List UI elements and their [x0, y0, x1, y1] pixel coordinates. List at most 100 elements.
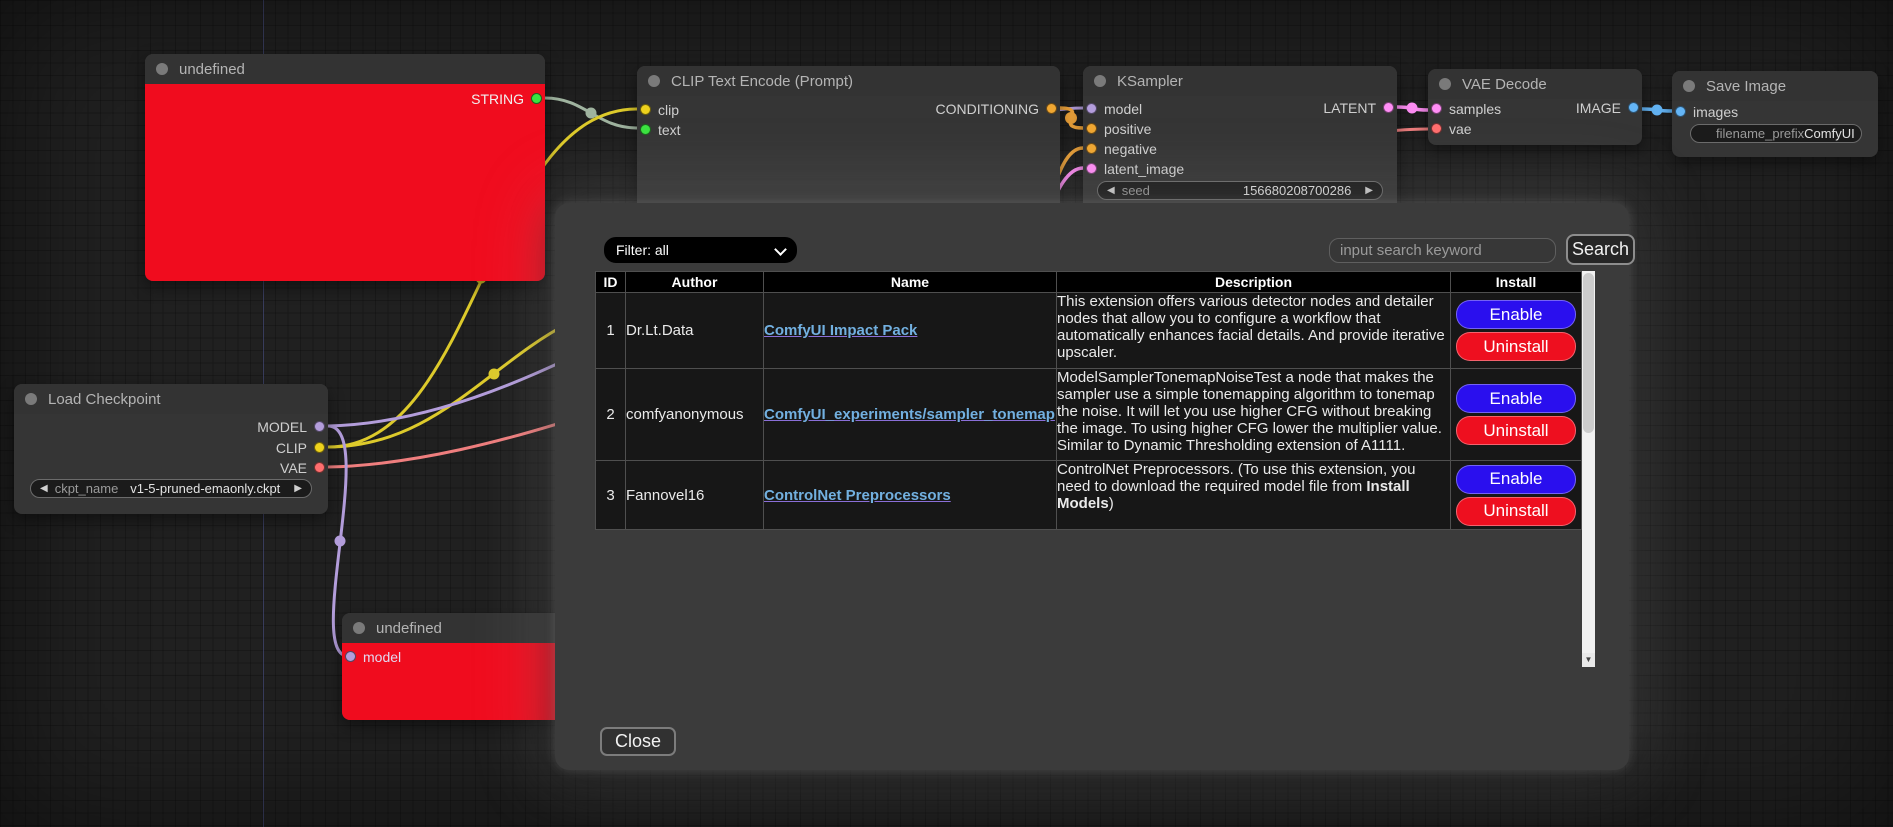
node-undefined-top[interactable]: undefined STRING: [145, 54, 545, 281]
widget-value: 156680208700286: [1243, 183, 1351, 198]
table-scrollbar[interactable]: ▼: [1582, 271, 1595, 667]
input-slot-model[interactable]: model: [1086, 102, 1142, 115]
input-slot-vae[interactable]: vae: [1431, 122, 1472, 135]
cell-name: ComfyUI_experiments/sampler_tonemap: [764, 369, 1057, 461]
slot-dot-image[interactable]: [1628, 102, 1639, 113]
node-load-checkpoint[interactable]: Load Checkpoint MODEL CLIP VAE ◀ ckpt_na…: [14, 384, 328, 514]
slot-dot-positive[interactable]: [1086, 123, 1097, 134]
slot-dot-string[interactable]: [531, 93, 542, 104]
cell-install: Enable Uninstall: [1451, 293, 1582, 369]
node-title: VAE Decode: [1462, 76, 1547, 93]
widget-name: ckpt_name: [55, 481, 119, 496]
collapse-dot-icon[interactable]: [1094, 75, 1106, 87]
node-title: undefined: [376, 620, 442, 637]
search-button[interactable]: Search: [1566, 234, 1635, 265]
cell-name: ComfyUI Impact Pack: [764, 293, 1057, 369]
node-title-bar[interactable]: CLIP Text Encode (Prompt): [637, 66, 1060, 96]
collapse-dot-icon[interactable]: [648, 75, 660, 87]
extension-link[interactable]: ComfyUI Impact Pack: [764, 322, 917, 339]
slot-dot-images[interactable]: [1675, 106, 1686, 117]
slot-dot-conditioning[interactable]: [1046, 103, 1057, 114]
wire-dot: [335, 536, 346, 547]
collapse-dot-icon[interactable]: [353, 622, 365, 634]
table-row: 1Dr.Lt.DataComfyUI Impact PackThis exten…: [596, 293, 1582, 369]
output-slot-string[interactable]: STRING: [471, 92, 542, 105]
input-slot-positive[interactable]: positive: [1086, 122, 1151, 135]
increment-arrow-icon[interactable]: ▶: [294, 484, 302, 494]
table-row: 3Fannovel16ControlNet PreprocessorsContr…: [596, 461, 1582, 530]
output-slot-conditioning[interactable]: CONDITIONING: [936, 102, 1057, 115]
search-input[interactable]: [1329, 238, 1556, 263]
collapse-dot-icon[interactable]: [1439, 78, 1451, 90]
slot-label: LATENT: [1323, 100, 1376, 116]
extension-link[interactable]: ComfyUI_experiments/sampler_tonemap: [764, 406, 1055, 423]
slot-dot-text[interactable]: [640, 124, 651, 135]
decrement-arrow-icon[interactable]: ◀: [40, 484, 48, 494]
node-title-bar[interactable]: undefined: [145, 54, 545, 84]
collapse-dot-icon[interactable]: [1683, 80, 1695, 92]
seed-widget[interactable]: ◀ seed 156680208700286 ▶: [1097, 181, 1383, 200]
slot-dot-clip[interactable]: [640, 104, 651, 115]
decrement-arrow-icon[interactable]: ◀: [1107, 186, 1115, 196]
slot-dot-latent-image[interactable]: [1086, 163, 1097, 174]
node-title: KSampler: [1117, 73, 1183, 90]
close-button[interactable]: Close: [600, 727, 676, 756]
cell-description: This extension offers various detector n…: [1057, 293, 1451, 369]
input-slot-negative[interactable]: negative: [1086, 142, 1157, 155]
slot-dot-vae[interactable]: [1431, 123, 1442, 134]
uninstall-button[interactable]: Uninstall: [1456, 497, 1576, 526]
input-slot-images[interactable]: images: [1675, 105, 1738, 118]
slot-dot-vae[interactable]: [314, 462, 325, 473]
output-slot-latent[interactable]: LATENT: [1323, 101, 1394, 114]
enable-button[interactable]: Enable: [1456, 465, 1576, 494]
output-slot-image[interactable]: IMAGE: [1576, 101, 1639, 114]
slot-dot-negative[interactable]: [1086, 143, 1097, 154]
slot-dot-samples[interactable]: [1431, 103, 1442, 114]
input-slot-model[interactable]: model: [345, 650, 401, 663]
manager-controls: Filter: all Search: [604, 236, 1636, 267]
error-node-body: [145, 84, 545, 281]
slot-label: samples: [1449, 101, 1501, 117]
cell-id: 1: [596, 293, 626, 369]
enable-button[interactable]: Enable: [1456, 384, 1576, 413]
node-title-bar[interactable]: Load Checkpoint: [14, 384, 328, 414]
node-title-bar[interactable]: VAE Decode: [1428, 69, 1642, 99]
output-slot-model[interactable]: MODEL: [257, 420, 325, 433]
table-header-cell: ID: [596, 272, 626, 293]
node-title: Save Image: [1706, 78, 1786, 95]
input-slot-text[interactable]: text: [640, 123, 681, 136]
wire-dot: [1652, 105, 1663, 116]
input-slot-samples[interactable]: samples: [1431, 102, 1501, 115]
filter-select[interactable]: Filter: all: [604, 237, 797, 263]
slot-dot-clip[interactable]: [314, 442, 325, 453]
cell-id: 2: [596, 369, 626, 461]
uninstall-button[interactable]: Uninstall: [1456, 416, 1576, 445]
enable-button[interactable]: Enable: [1456, 300, 1576, 329]
slot-dot-latent[interactable]: [1383, 102, 1394, 113]
collapse-dot-icon[interactable]: [25, 393, 37, 405]
input-slot-clip[interactable]: clip: [640, 103, 679, 116]
slot-label: vae: [1449, 121, 1472, 137]
collapse-dot-icon[interactable]: [156, 63, 168, 75]
input-slot-latent-image[interactable]: latent_image: [1086, 162, 1184, 175]
scrollbar-thumb[interactable]: [1583, 273, 1594, 433]
extension-link[interactable]: ControlNet Preprocessors: [764, 487, 951, 504]
cell-description: ControlNet Preprocessors. (To use this e…: [1057, 461, 1451, 530]
node-title-bar[interactable]: Save Image: [1672, 71, 1878, 101]
node-vae-decode[interactable]: VAE Decode samples vae IMAGE: [1428, 69, 1642, 145]
extensions-table-wrap: IDAuthorNameDescriptionInstall 1Dr.Lt.Da…: [595, 271, 1594, 667]
ckpt-name-widget[interactable]: ◀ ckpt_name v1-5-pruned-emaonly.ckpt ▶: [30, 479, 312, 498]
increment-arrow-icon[interactable]: ▶: [1365, 186, 1373, 196]
slot-dot-model[interactable]: [1086, 103, 1097, 114]
widget-value: v1-5-pruned-emaonly.ckpt: [130, 481, 280, 496]
output-slot-vae[interactable]: VAE: [280, 461, 325, 474]
slot-dot-model[interactable]: [345, 651, 356, 662]
filename-prefix-widget[interactable]: filename_prefix ComfyUI: [1690, 124, 1862, 143]
wire-dot: [1407, 103, 1418, 114]
scrollbar-down-arrow[interactable]: ▼: [1582, 653, 1595, 667]
uninstall-button[interactable]: Uninstall: [1456, 332, 1576, 361]
node-title-bar[interactable]: KSampler: [1083, 66, 1397, 96]
slot-dot-model[interactable]: [314, 421, 325, 432]
output-slot-clip[interactable]: CLIP: [276, 441, 325, 454]
node-save-image[interactable]: Save Image images filename_prefix ComfyU…: [1672, 71, 1878, 157]
